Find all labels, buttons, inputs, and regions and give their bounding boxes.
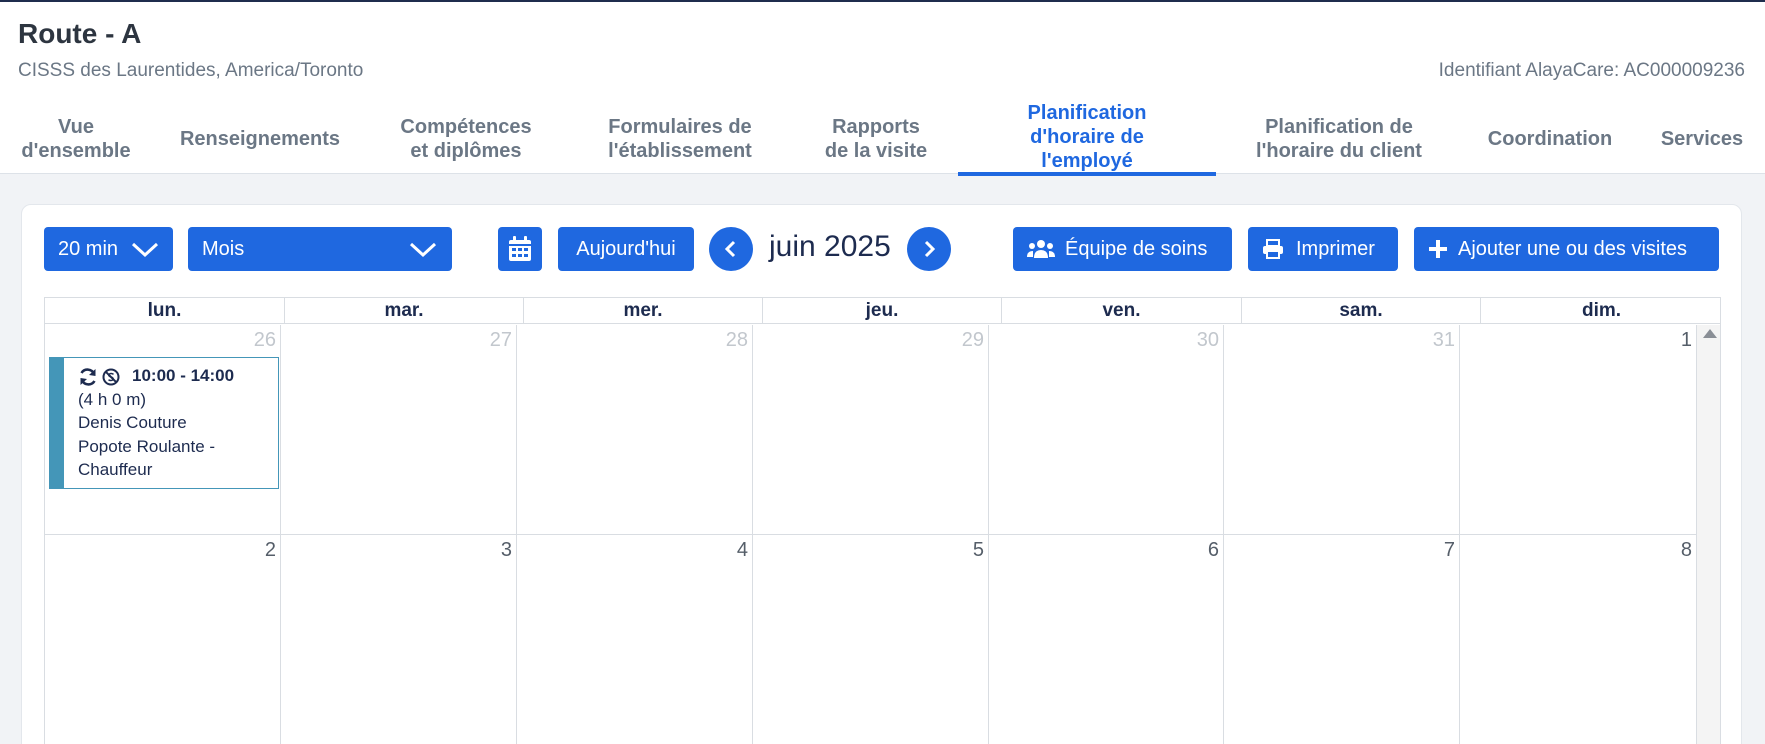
day-cell[interactable]: 30 (989, 325, 1224, 535)
tab-facility-forms[interactable]: Formulaires de l'établissement (590, 102, 770, 176)
event-color-bar (50, 358, 64, 488)
weekday-friday: ven. (1002, 298, 1242, 324)
weekday-tuesday: mar. (285, 298, 524, 324)
event-service-line2: Chauffeur (78, 460, 153, 479)
day-number: 2 (264, 539, 276, 561)
today-label: Aujourd'hui (576, 237, 676, 260)
view-value: Mois (202, 237, 245, 260)
tab-overview[interactable]: Vue d'ensemble (12, 102, 140, 176)
calendar-scrollbar[interactable] (1697, 325, 1720, 744)
tab-coordination[interactable]: Coordination (1472, 102, 1628, 176)
tab-bar: Vue d'ensemble Renseignements Compétence… (0, 102, 1765, 176)
day-cell[interactable]: 5 (753, 535, 989, 744)
tab-client-schedule[interactable]: Planification de l'horaire du client (1244, 102, 1434, 176)
day-cell[interactable]: 28 (517, 325, 753, 535)
add-visits-label: Ajouter une ou des visites (1458, 237, 1688, 260)
date-picker-button[interactable] (498, 227, 542, 271)
print-label: Imprimer (1296, 237, 1375, 260)
plus-icon (1429, 240, 1447, 258)
chevron-down-icon (409, 242, 437, 258)
previous-month-button[interactable] (709, 227, 753, 271)
view-select[interactable]: Mois (188, 227, 452, 271)
day-number: 31 (1432, 329, 1455, 351)
event-client: Denis Couture (78, 413, 187, 432)
print-button[interactable]: Imprimer (1248, 227, 1398, 271)
weekday-wednesday: mer. (524, 298, 763, 324)
month-calendar: lun. mar. mer. jeu. ven. sam. dim. 26 10… (44, 297, 1721, 744)
day-number: 4 (736, 539, 748, 561)
event-time: 10:00 - 14:00 (132, 366, 235, 385)
day-number: 27 (489, 329, 512, 351)
page-title: Route - A (18, 18, 142, 49)
calendar-icon (509, 236, 531, 261)
page-subtitle: CISSS des Laurentides, America/Toronto (18, 60, 364, 81)
page-header: Route - A CISSS des Laurentides, America… (0, 2, 1765, 176)
current-month: juin 2025 (769, 230, 891, 263)
event-details: 10:00 - 14:00 (4 h 0 m) Denis Couture Po… (78, 364, 234, 482)
care-team-label: Équipe de soins (1065, 237, 1208, 260)
day-number: 6 (1207, 539, 1219, 561)
weekday-monday: lun. (45, 298, 285, 324)
day-number: 1 (1680, 329, 1692, 351)
tab-employee-schedule[interactable]: Planification d'horaire de l'employé (958, 102, 1216, 176)
recurring-icon (80, 367, 96, 386)
no-billing-icon (102, 368, 120, 386)
tab-visit-reports[interactable]: Rapports de la visite (808, 102, 944, 176)
weekday-sunday: dim. (1581, 300, 1622, 321)
day-number: 3 (500, 539, 512, 561)
chevron-right-icon (924, 240, 936, 258)
event-service-line1: Popote Roulante - (78, 436, 216, 456)
weekday-saturday: sam. (1242, 298, 1481, 324)
day-number: 7 (1443, 539, 1455, 561)
visit-event[interactable]: 10:00 - 14:00 (4 h 0 m) Denis Couture Po… (49, 357, 279, 489)
day-cell[interactable]: 6 (989, 535, 1224, 744)
alayacare-identifier: Identifiant AlayaCare: AC000009236 (1438, 60, 1745, 81)
care-team-button[interactable]: Équipe de soins (1013, 227, 1232, 271)
day-number: 26 (253, 329, 276, 351)
tab-skills[interactable]: Compétences et diplômes (384, 102, 548, 176)
day-cell[interactable]: 26 10:00 - 14:00 (4 h 0 m) Denis Couture… (45, 325, 281, 535)
day-cell[interactable]: 4 (517, 535, 753, 744)
day-cell[interactable]: 29 (753, 325, 989, 535)
users-icon (1027, 240, 1055, 258)
day-cell[interactable]: 1 (1460, 325, 1697, 535)
today-button[interactable]: Aujourd'hui (558, 227, 694, 271)
next-month-button[interactable] (907, 227, 951, 271)
day-number: 28 (725, 329, 748, 351)
weekday-header: lun. mar. mer. jeu. ven. sam. dim. (45, 298, 1720, 324)
day-number: 30 (1196, 329, 1219, 351)
add-visits-button[interactable]: Ajouter une ou des visites (1414, 227, 1719, 271)
day-cell[interactable]: 3 (281, 535, 517, 744)
day-cell[interactable]: 27 (281, 325, 517, 535)
scroll-up-arrow-icon[interactable] (1703, 329, 1717, 338)
interval-value: 20 min (58, 237, 119, 260)
tab-services[interactable]: Services (1650, 102, 1754, 176)
day-cell[interactable]: 2 (45, 535, 281, 744)
day-number: 5 (972, 539, 984, 561)
chevron-down-icon (132, 242, 159, 258)
day-cell[interactable]: 31 (1224, 325, 1460, 535)
weekday-thursday: jeu. (763, 298, 1002, 324)
day-number: 29 (961, 329, 984, 351)
day-cell[interactable]: 7 (1224, 535, 1460, 744)
day-cell[interactable]: 8 (1460, 535, 1697, 744)
interval-select[interactable]: 20 min (44, 227, 173, 271)
event-duration: (4 h 0 m) (78, 389, 147, 409)
tab-information[interactable]: Renseignements (168, 102, 352, 176)
day-number: 8 (1680, 539, 1692, 561)
chevron-left-icon (724, 240, 736, 258)
printer-icon (1263, 239, 1283, 259)
